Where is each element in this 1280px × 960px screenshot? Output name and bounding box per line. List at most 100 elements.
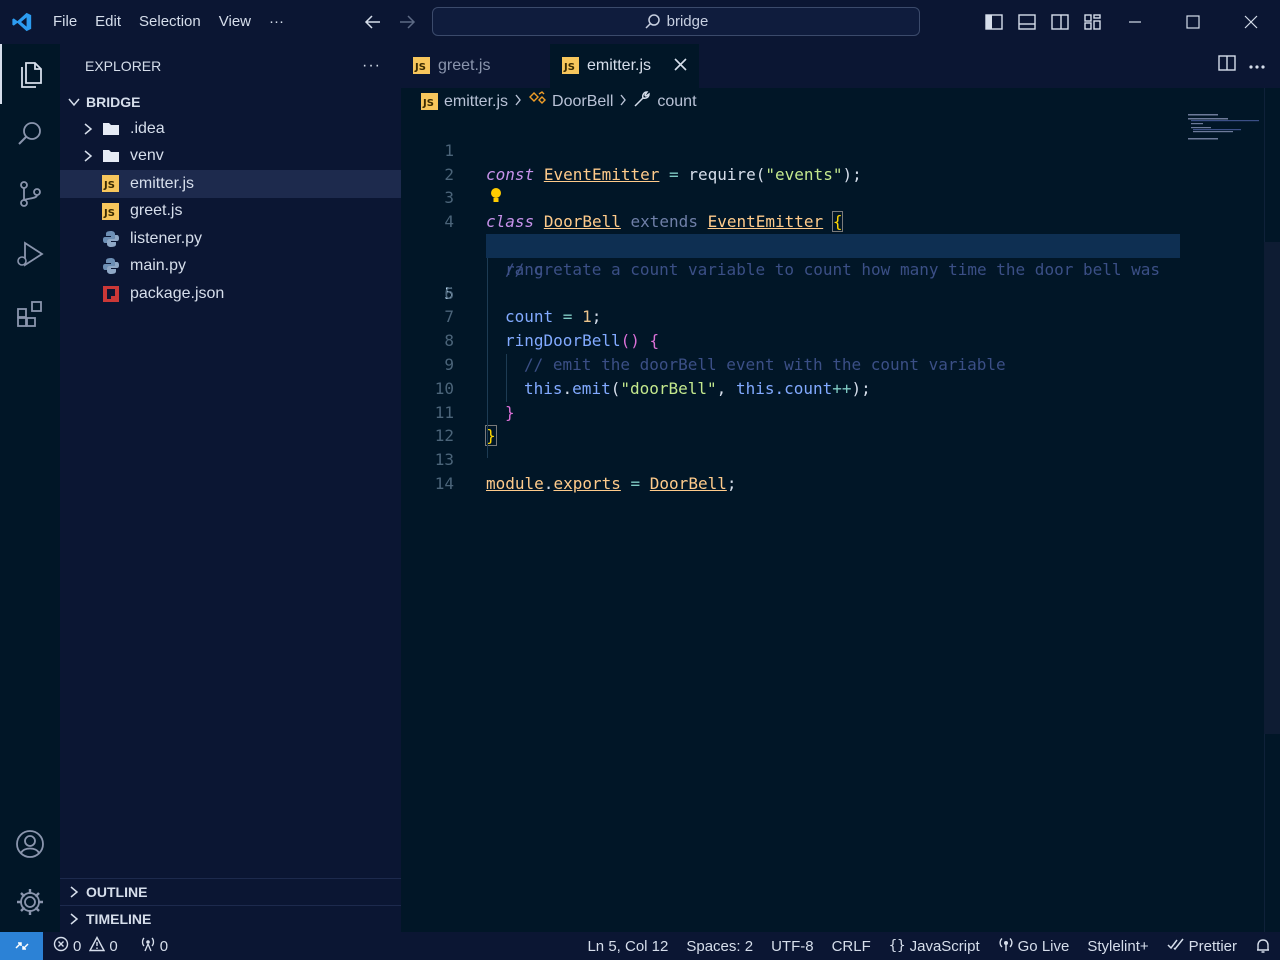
code-line: 6 [401,258,1181,303]
menu-more[interactable]: ··· [260,8,293,36]
split-editor-icon[interactable] [1218,54,1236,77]
javascript-file-icon: JS [421,92,438,111]
python-file-icon [102,230,130,248]
stylelint-status[interactable]: Stylelint+ [1078,932,1157,960]
language-mode[interactable]: {} JavaScript [880,932,989,960]
vscode-logo-icon [0,0,44,44]
indent-guide [506,354,507,402]
breadcrumb: JS emitter.js DoorBell count [401,88,1280,115]
code-line: 13 module.exports = DoorBell; [401,424,1181,493]
menu-selection[interactable]: Selection [130,8,210,36]
menu-file[interactable]: File [44,8,86,36]
timeline-label: TIMELINE [86,911,152,927]
file-encoding[interactable]: UTF-8 [762,932,823,960]
tree-item-greet-js[interactable]: JS greet.js [60,198,401,226]
breadcrumb-file[interactable]: emitter.js [444,93,508,111]
activity-bar [0,44,60,932]
close-window-icon[interactable] [1222,0,1280,44]
prettier-label: Prettier [1188,937,1237,955]
lightbulb-icon[interactable] [489,187,503,212]
code-line: 12 [401,401,1181,445]
menu-bar: File Edit Selection View ··· [44,8,293,36]
menu-view[interactable]: View [210,8,260,36]
tree-item-label: listener.py [130,229,203,247]
breadcrumb-class[interactable]: DoorBell [552,93,613,111]
tree-item-label: main.py [130,257,187,275]
search-text: bridge [666,13,709,30]
explorer-more-actions[interactable]: ··· [362,57,381,75]
tree-item-package-json[interactable]: package.json [60,280,401,308]
code-line: 3 class DoorBell extends EventEmitter { [401,163,1181,233]
search-icon [645,14,660,29]
explorer-sidebar: EXPLORER ··· BRIDGE .idea venv JS emitte… [60,44,401,932]
run-debug-icon[interactable] [0,224,60,284]
end-of-line[interactable]: CRLF [823,932,880,960]
tab-greet-js[interactable]: JS greet.js [401,44,550,88]
chevron-right-icon [70,886,79,898]
tree-item-main-py[interactable]: main.py [60,253,401,281]
code-editor[interactable]: 1 const EventEmitter = require("events")… [401,115,1181,493]
editor-more-actions-icon[interactable] [1248,57,1266,75]
toggle-panel-icon[interactable] [1013,8,1040,36]
source-control-icon[interactable] [0,164,60,224]
folder-root-header[interactable]: BRIDGE [60,88,401,115]
warning-icon [89,936,106,956]
tree-item-emitter-js[interactable]: JS emitter.js [60,170,401,198]
breadcrumb-member[interactable]: count [657,93,696,111]
code-line: 8 // emit the doorBell event with the co… [401,305,1181,374]
indentation[interactable]: Spaces: 2 [677,932,762,960]
search-sidebar-icon[interactable] [0,104,60,164]
javascript-file-icon: JS [102,175,130,193]
tab-emitter-js[interactable]: JS emitter.js [550,44,699,88]
tree-item-idea[interactable]: .idea [60,115,401,143]
toggle-secondary-sidebar-icon[interactable] [1046,8,1073,36]
minimap[interactable] [1188,114,1262,144]
timeline-section[interactable]: TIMELINE [60,905,401,932]
customize-layout-icon[interactable] [1079,8,1106,36]
menu-edit[interactable]: Edit [86,8,130,36]
tree-item-label: venv [130,147,164,165]
extensions-icon[interactable] [0,284,60,344]
scrollbar-thumb[interactable] [1264,242,1280,734]
chevron-right-icon [514,93,522,110]
chevron-right-icon [619,93,627,110]
double-check-icon [1167,937,1185,955]
close-tab-icon[interactable] [674,56,687,76]
tree-item-listener-py[interactable]: listener.py [60,225,401,253]
tab-bar: JS greet.js JS emitter.js [401,44,1280,88]
prettier-status[interactable]: Prettier [1158,932,1246,960]
minimize-icon[interactable] [1106,0,1164,44]
tree-item-label: emitter.js [130,174,195,192]
code-line: 1 const EventEmitter = require("events")… [401,115,1181,184]
tab-label: emitter.js [587,57,652,74]
problems-indicator[interactable]: 0 0 0 [53,936,168,956]
code-line: 7 ringDoorBell() { [401,282,1181,350]
vertical-scrollbar[interactable] [1264,88,1280,932]
maximize-icon[interactable] [1164,0,1222,44]
cursor-position[interactable]: Ln 5, Col 12 [578,932,677,960]
notifications-bell-icon[interactable] [1246,932,1280,960]
broadcast-icon [140,936,156,956]
forward-arrow-icon[interactable] [394,8,420,36]
npm-file-icon [102,285,130,303]
toggle-primary-sidebar-icon[interactable] [980,8,1007,36]
code-line: 4 // cretate a count variable to count h… [401,186,1181,279]
manage-gear-icon[interactable] [0,872,60,932]
javascript-file-icon: JS [413,57,430,75]
outline-section[interactable]: OUTLINE [60,878,401,905]
go-live-button[interactable]: Go Live [989,932,1079,960]
property-wrench-icon [633,90,651,113]
class-symbol-icon [528,91,547,112]
chevron-right-icon [82,149,102,163]
warning-count: 0 [109,937,118,955]
tree-item-venv[interactable]: venv [60,143,401,171]
explorer-icon[interactable] [0,44,60,104]
back-arrow-icon[interactable] [360,8,386,36]
accounts-icon[interactable] [0,814,60,874]
go-live-icon [998,936,1014,956]
braces-icon: {} [888,938,906,954]
command-center-search[interactable]: bridge [432,7,920,36]
chevron-right-icon [70,913,79,925]
remote-indicator-icon[interactable] [0,932,43,960]
folder-icon [102,149,130,163]
